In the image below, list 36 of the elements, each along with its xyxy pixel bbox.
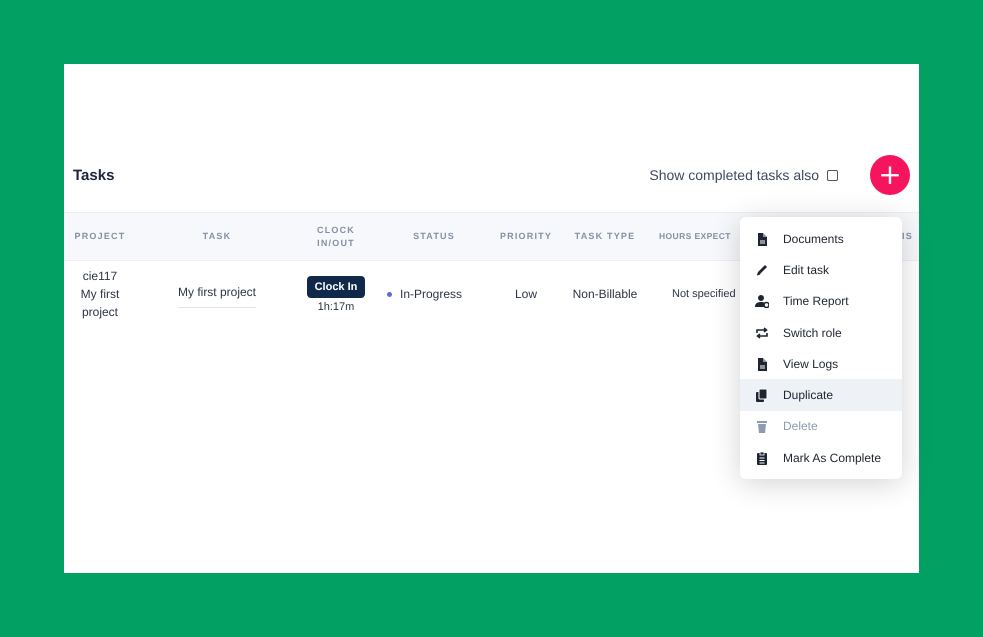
menu-item[interactable]: Switch role [740,316,902,348]
checkbox-label: Show completed tasks also [649,167,819,183]
status-text: In-Progress [400,287,462,301]
checkbox[interactable] [827,170,838,180]
priority-text: Low [514,287,537,301]
add-button[interactable]: + [870,155,910,195]
clipboard-icon [755,450,769,465]
menu-item[interactable]: View Logs [740,348,902,380]
column-header: PRIORITY [500,231,552,241]
copy-icon [755,388,769,402]
swap-arrows-icon [755,326,769,340]
menu-item[interactable]: Time Report [740,286,902,317]
column-header: HOURS EXPECT [659,231,731,241]
menu-item[interactable]: Mark As Complete [740,442,902,474]
column-header: TASK [202,231,232,241]
column-header: CLOCK IN/OUT [317,224,355,248]
clock-in-button[interactable]: Clock In [306,276,366,298]
column-header: IS [902,231,913,241]
project-name: cie117 My first project [80,268,120,321]
menu-item[interactable]: Duplicate [740,379,902,411]
hours-expected-text: Not specified [672,288,736,300]
document-icon [755,232,769,246]
document-icon [755,356,769,371]
column-header: TASK TYPE [574,231,636,241]
task-type-text: Non-Billable [572,287,638,301]
user-icon [755,294,769,308]
trash-icon [755,419,769,434]
clock-time: 1h:17m [318,300,354,312]
status-dot [387,292,392,296]
menu-item[interactable]: Documents [740,223,902,254]
page-title: Tasks [73,166,116,184]
task-name: My first project [178,280,256,308]
column-header: STATUS [413,231,455,241]
menu-item[interactable]: Edit task [740,254,902,286]
column-header: PROJECT [74,231,126,241]
pencil-icon [755,262,769,277]
